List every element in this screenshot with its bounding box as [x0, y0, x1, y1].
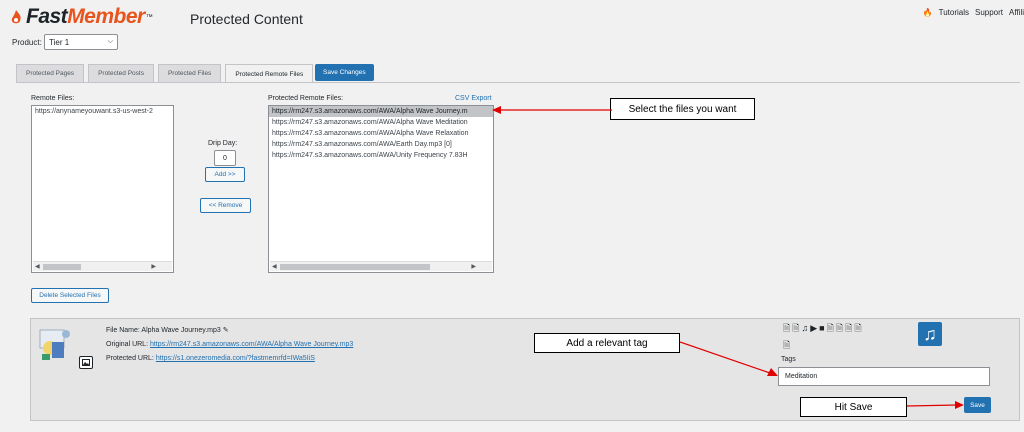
tutorials-link[interactable]: Tutorials — [939, 8, 969, 17]
drip-day-label: Drip Day: — [208, 140, 238, 147]
remove-button[interactable]: << Remove — [200, 198, 251, 213]
save-changes-button[interactable]: Save Changes — [315, 64, 374, 81]
scrollbar-thumb[interactable] — [280, 264, 430, 270]
list-item[interactable]: https://rm247.s3.amazonaws.com/AWA/Unity… — [269, 150, 493, 161]
product-select-value: Tier 1 — [49, 37, 70, 47]
document-icon[interactable]: 🗎 — [783, 324, 790, 333]
horizontal-scrollbar[interactable]: ◀ ▶ — [270, 261, 492, 271]
tabs: Protected Pages Protected Posts Protecte… — [16, 64, 314, 83]
scroll-right-icon[interactable]: ▶ — [471, 262, 476, 272]
document-icon[interactable]: 🗎 — [845, 324, 852, 333]
callout-arrow-2 — [680, 341, 778, 376]
drip-day-input[interactable]: 0 — [214, 150, 236, 166]
protected-url-label: Protected URL: — [106, 355, 154, 362]
document-icon[interactable]: 🗎 — [854, 324, 861, 333]
list-item[interactable]: https://rm247.s3.amazonaws.com/AWA/Alpha… — [269, 106, 493, 117]
protected-remote-files-label: Protected Remote Files: — [268, 95, 344, 102]
tab-protected-pages[interactable]: Protected Pages — [16, 64, 85, 82]
list-item[interactable]: https://rm247.s3.amazonaws.com/AWA/Alpha… — [269, 117, 493, 128]
callout-select-files: Select the files you want — [610, 98, 755, 120]
logo-flame-icon — [11, 10, 21, 24]
protected-remote-files-list[interactable]: https://rm247.s3.amazonaws.com/AWA/Alpha… — [268, 105, 494, 273]
product-select[interactable]: Tier 1 ⌵ — [44, 34, 118, 50]
video-icon[interactable]: ▶ — [810, 324, 817, 333]
remote-files-list[interactable]: https://anynameyouwant.s3-us-west-2 ◀ ▶ — [31, 105, 174, 273]
tab-protected-files[interactable]: Protected Files — [157, 64, 222, 82]
file-name-row: File Name: Alpha Wave Journey.mp3 ✎ — [106, 326, 229, 334]
document-icon[interactable]: 🗎 — [827, 324, 834, 333]
csv-export-link[interactable]: CSV Export — [455, 95, 492, 102]
file-name-label: File Name: — [106, 327, 140, 334]
tab-divider — [16, 82, 1020, 83]
affiliate-link[interactable]: Affili — [1009, 8, 1024, 17]
list-item[interactable]: https://anynameyouwant.s3-us-west-2 — [32, 106, 173, 117]
chevron-down-icon: ⌵ — [107, 38, 113, 45]
page-title: Protected Content — [190, 11, 303, 27]
image-icon[interactable] — [79, 356, 93, 369]
callout-hit-save: Hit Save — [800, 397, 907, 417]
support-link[interactable]: Support — [975, 8, 1003, 17]
protected-url-link[interactable]: https://s1.onezeromedia.com/?fastmemrfd=… — [156, 355, 315, 362]
product-label: Product: — [12, 38, 42, 47]
document-icon[interactable]: 🗎 — [792, 324, 799, 333]
camera-icon[interactable]: ■ — [819, 324, 824, 333]
audio-file-icon: ♫ — [918, 322, 942, 346]
pencil-icon[interactable]: ✎ — [223, 327, 229, 334]
protected-url-row: Protected URL: https://s1.onezeromedia.c… — [106, 355, 315, 362]
remote-files-label: Remote Files: — [31, 95, 75, 102]
original-url-label: Original URL: — [106, 341, 149, 348]
flame-icon: 🔥 — [922, 8, 933, 17]
list-item[interactable]: https://rm247.s3.amazonaws.com/AWA/Alpha… — [269, 128, 493, 139]
original-url-link[interactable]: https://rm247.s3.amazonaws.com/AWA/Alpha… — [150, 341, 353, 348]
tab-protected-remote-files[interactable]: Protected Remote Files — [225, 64, 314, 83]
file-thumbnail — [39, 329, 70, 360]
file-type-icons: 🗎 🗎 ♫ ▶ ■ 🗎 🗎 🗎 🗎 — [783, 324, 862, 333]
horizontal-scrollbar[interactable]: ◀ ▶ — [33, 261, 172, 271]
scroll-left-icon[interactable]: ◀ — [272, 262, 277, 272]
delete-selected-files-button[interactable]: Delete Selected Files — [31, 288, 109, 303]
music-icon[interactable]: ♫ — [802, 324, 809, 333]
scroll-right-icon[interactable]: ▶ — [151, 262, 156, 272]
callout-arrow-1 — [492, 106, 612, 114]
document-icon[interactable]: 🗎 — [783, 338, 790, 354]
scrollbar-thumb[interactable] — [43, 264, 81, 270]
original-url-row: Original URL: https://rm247.s3.amazonaws… — [106, 341, 353, 348]
scroll-left-icon[interactable]: ◀ — [35, 262, 40, 272]
tags-input[interactable]: Meditation — [778, 367, 990, 386]
save-button[interactable]: Save — [964, 397, 991, 413]
add-button[interactable]: Add >> — [205, 167, 245, 182]
document-icon[interactable]: 🗎 — [836, 324, 843, 333]
top-links: 🔥 Tutorials Support Affili — [923, 8, 1024, 17]
callout-arrow-3 — [907, 401, 964, 409]
tags-label: Tags — [781, 356, 796, 363]
list-item[interactable]: https://rm247.s3.amazonaws.com/AWA/Earth… — [269, 139, 493, 150]
file-name-value: Alpha Wave Journey.mp3 — [141, 327, 221, 334]
callout-add-tag: Add a relevant tag — [534, 333, 680, 353]
tab-protected-posts[interactable]: Protected Posts — [88, 64, 154, 82]
fastmember-logo: FastMember ™ — [8, 5, 153, 28]
